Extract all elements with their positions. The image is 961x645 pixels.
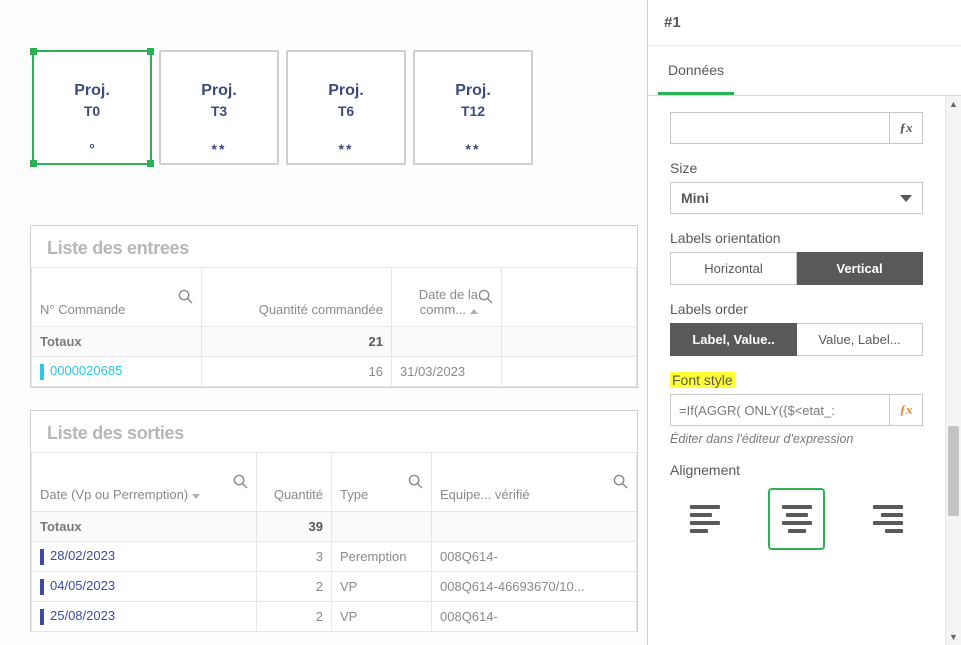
chevron-down-icon (900, 195, 912, 202)
table-row[interactable]: 28/02/2023 3 Peremption 008Q614- (32, 542, 637, 572)
cell-date: 31/03/2023 (392, 357, 502, 387)
kpi-card-footnote: ° (89, 141, 95, 157)
search-icon[interactable] (613, 474, 628, 489)
status-bar-icon (40, 549, 44, 565)
kpi-card-subtitle: T0 (84, 103, 100, 119)
status-bar-icon (40, 364, 44, 380)
cell-type: Peremption (332, 542, 432, 572)
col-header-type[interactable]: Type (340, 487, 368, 503)
expression-input[interactable] (670, 112, 889, 144)
panel-tabs: Données (648, 46, 961, 96)
cell-equipe: 008Q614- (432, 602, 637, 632)
status-bar-icon (40, 609, 44, 625)
search-icon[interactable] (408, 474, 423, 489)
kpi-card-subtitle: T3 (211, 103, 227, 119)
align-center-button[interactable] (768, 488, 826, 550)
cell-type: VP (332, 602, 432, 632)
alignment-options (670, 484, 923, 554)
kpi-card-title: Proj. (455, 82, 491, 100)
cell-qty: 2 (257, 572, 332, 602)
align-center-icon (782, 505, 812, 533)
table-sorties[interactable]: Liste des sorties Date (Vp ou Perremptio… (30, 410, 638, 632)
fx-button[interactable]: ƒx (889, 112, 923, 144)
kpi-card-t3[interactable]: Proj. T3 ** (159, 50, 279, 165)
table-totals-row: Totaux 21 (32, 327, 637, 357)
col-header-date[interactable]: Date de la comm... (400, 287, 478, 318)
kpi-card-title: Proj. (201, 82, 237, 100)
labels-order-label: Labels order (670, 301, 923, 317)
table-title: Liste des sorties (31, 411, 637, 452)
sheet-canvas[interactable]: Proj. T0 ° Proj. T3 ** Proj. T6 ** Proj.… (0, 0, 647, 645)
order-segmented: Label, Value.. Value, Label... (670, 323, 923, 356)
col-header-qty[interactable]: Quantité commandée (259, 302, 383, 318)
scroll-up-icon[interactable]: ▲ (946, 96, 961, 112)
cell-date: 04/05/2023 (50, 578, 115, 593)
alignment-label: Alignement (670, 462, 923, 478)
fx-button[interactable]: ƒx (889, 394, 923, 426)
scrollbar-thumb[interactable] (948, 426, 959, 516)
edit-in-expression-editor-link[interactable]: Éditer dans l'éditeur d'expression (670, 432, 923, 446)
scroll-down-icon[interactable]: ▼ (946, 629, 961, 645)
align-right-button[interactable] (859, 488, 917, 550)
cell-equipe: 008Q614- (432, 542, 637, 572)
kpi-cards-row: Proj. T0 ° Proj. T3 ** Proj. T6 ** Proj.… (32, 50, 533, 165)
size-label: Size (670, 160, 923, 176)
properties-panel: #1 Données ƒx Size Mini Labels orientati… (647, 0, 961, 645)
labels-orientation-label: Labels orientation (670, 230, 923, 246)
kpi-card-footnote: ** (339, 141, 354, 157)
kpi-card-t0[interactable]: Proj. T0 ° (32, 50, 152, 165)
col-header-date-vp[interactable]: Date (Vp ou Perremption) (40, 487, 200, 503)
size-select[interactable]: Mini (670, 182, 923, 214)
search-icon[interactable] (478, 289, 493, 304)
kpi-card-footnote: ** (212, 141, 227, 157)
cell-commande: 0000020685 (50, 363, 122, 378)
sort-asc-icon (470, 309, 478, 314)
kpi-card-title: Proj. (74, 82, 110, 100)
col-header-qty[interactable]: Quantité (274, 487, 323, 503)
kpi-card-title: Proj. (328, 82, 364, 100)
cell-date: 28/02/2023 (50, 548, 115, 563)
kpi-card-t6[interactable]: Proj. T6 ** (286, 50, 406, 165)
panel-scroll-area: ƒx Size Mini Labels orientation Horizont… (648, 96, 945, 645)
table-title: Liste des entrees (31, 226, 637, 267)
kpi-card-footnote: ** (466, 141, 481, 157)
table-row[interactable]: 0000020685 16 31/03/2023 (32, 357, 637, 387)
orientation-horizontal[interactable]: Horizontal (670, 252, 797, 285)
kpi-card-t12[interactable]: Proj. T12 ** (413, 50, 533, 165)
cell-type: VP (332, 572, 432, 602)
cell-qty: 16 (202, 357, 392, 387)
align-right-icon (873, 505, 903, 533)
tab-donnees[interactable]: Données (658, 46, 734, 95)
panel-header: #1 (648, 0, 961, 46)
kpi-card-subtitle: T12 (461, 103, 485, 119)
order-label-value[interactable]: Label, Value.. (670, 323, 797, 356)
order-value-label[interactable]: Value, Label... (797, 323, 923, 356)
cell-equipe: 008Q614-46693670/10... (432, 572, 637, 602)
font-style-expression-input[interactable] (670, 394, 889, 426)
cell-qty: 2 (257, 602, 332, 632)
table-entrees[interactable]: Liste des entrees N° Commande Quantité c… (30, 225, 638, 388)
col-header-equipe[interactable]: Equipe... vérifié (440, 487, 530, 503)
orientation-segmented: Horizontal Vertical (670, 252, 923, 285)
search-icon[interactable] (233, 474, 248, 489)
search-icon[interactable] (178, 289, 193, 304)
table-row[interactable]: 04/05/2023 2 VP 008Q614-46693670/10... (32, 572, 637, 602)
align-left-button[interactable] (676, 488, 734, 550)
sort-desc-icon (192, 494, 200, 499)
font-style-label: Font style (670, 372, 735, 388)
cell-date: 25/08/2023 (50, 608, 115, 623)
orientation-vertical[interactable]: Vertical (797, 252, 923, 285)
cell-qty: 3 (257, 542, 332, 572)
kpi-card-subtitle: T6 (338, 103, 354, 119)
table-row[interactable]: 25/08/2023 2 VP 008Q614- (32, 602, 637, 632)
panel-scrollbar[interactable]: ▲ ▼ (945, 96, 961, 645)
status-bar-icon (40, 579, 44, 595)
col-header-commande[interactable]: N° Commande (40, 302, 125, 318)
table-totals-row: Totaux 39 (32, 512, 637, 542)
align-left-icon (690, 505, 720, 533)
